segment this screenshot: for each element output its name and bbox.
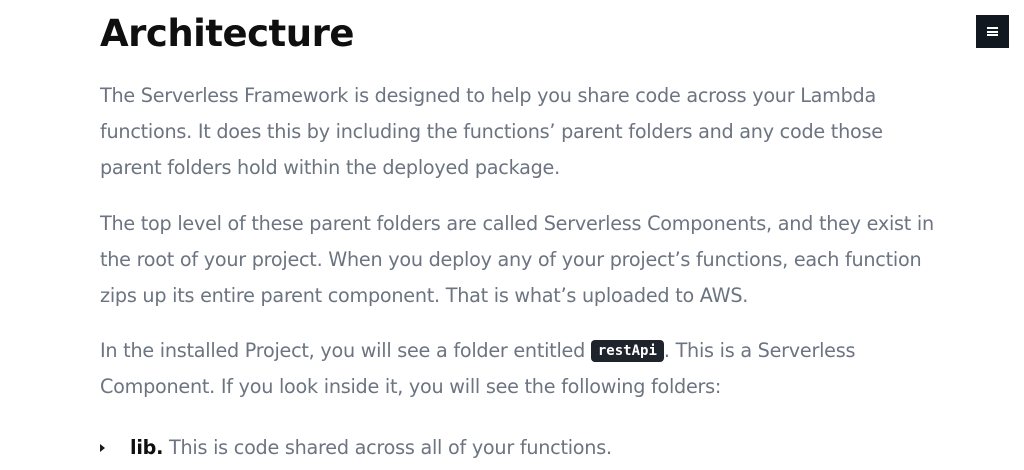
- list-item-text: This is code shared across all of your f…: [163, 436, 612, 459]
- paragraph-line: parent folders hold within the deployed …: [100, 156, 560, 179]
- paragraph-line: In the installed Project, you will see a…: [100, 333, 930, 369]
- list-item-term: lib.: [130, 436, 164, 459]
- paragraph-line: functions. It does this by including the…: [100, 120, 883, 143]
- paragraph-line: zips up its entire parent component. Tha…: [100, 284, 749, 307]
- list-item: lib. This is code shared across all of y…: [100, 430, 930, 466]
- folder-list: lib. This is code shared across all of y…: [100, 430, 930, 466]
- paragraph-components: The top level of these parent folders ar…: [100, 206, 934, 314]
- text-segment: . This is a Serverless: [663, 339, 856, 362]
- paragraph-intro: The Serverless Framework is designed to …: [100, 78, 930, 186]
- hamburger-menu-icon: [987, 27, 998, 36]
- paragraph-line: Component. If you look inside it, you wi…: [100, 375, 722, 398]
- triangle-bullet-icon: [100, 444, 105, 452]
- menu-button[interactable]: [976, 15, 1009, 48]
- paragraph-rest-api: In the installed Project, you will see a…: [100, 333, 930, 405]
- paragraph-line: the root of your project. When you deplo…: [100, 248, 922, 271]
- paragraph-line: The top level of these parent folders ar…: [100, 212, 934, 235]
- page-title: Architecture: [100, 12, 354, 55]
- inline-code-rest-api: restApi: [590, 340, 664, 362]
- text-segment: In the installed Project, you will see a…: [100, 339, 591, 362]
- paragraph-line: The Serverless Framework is designed to …: [100, 84, 876, 107]
